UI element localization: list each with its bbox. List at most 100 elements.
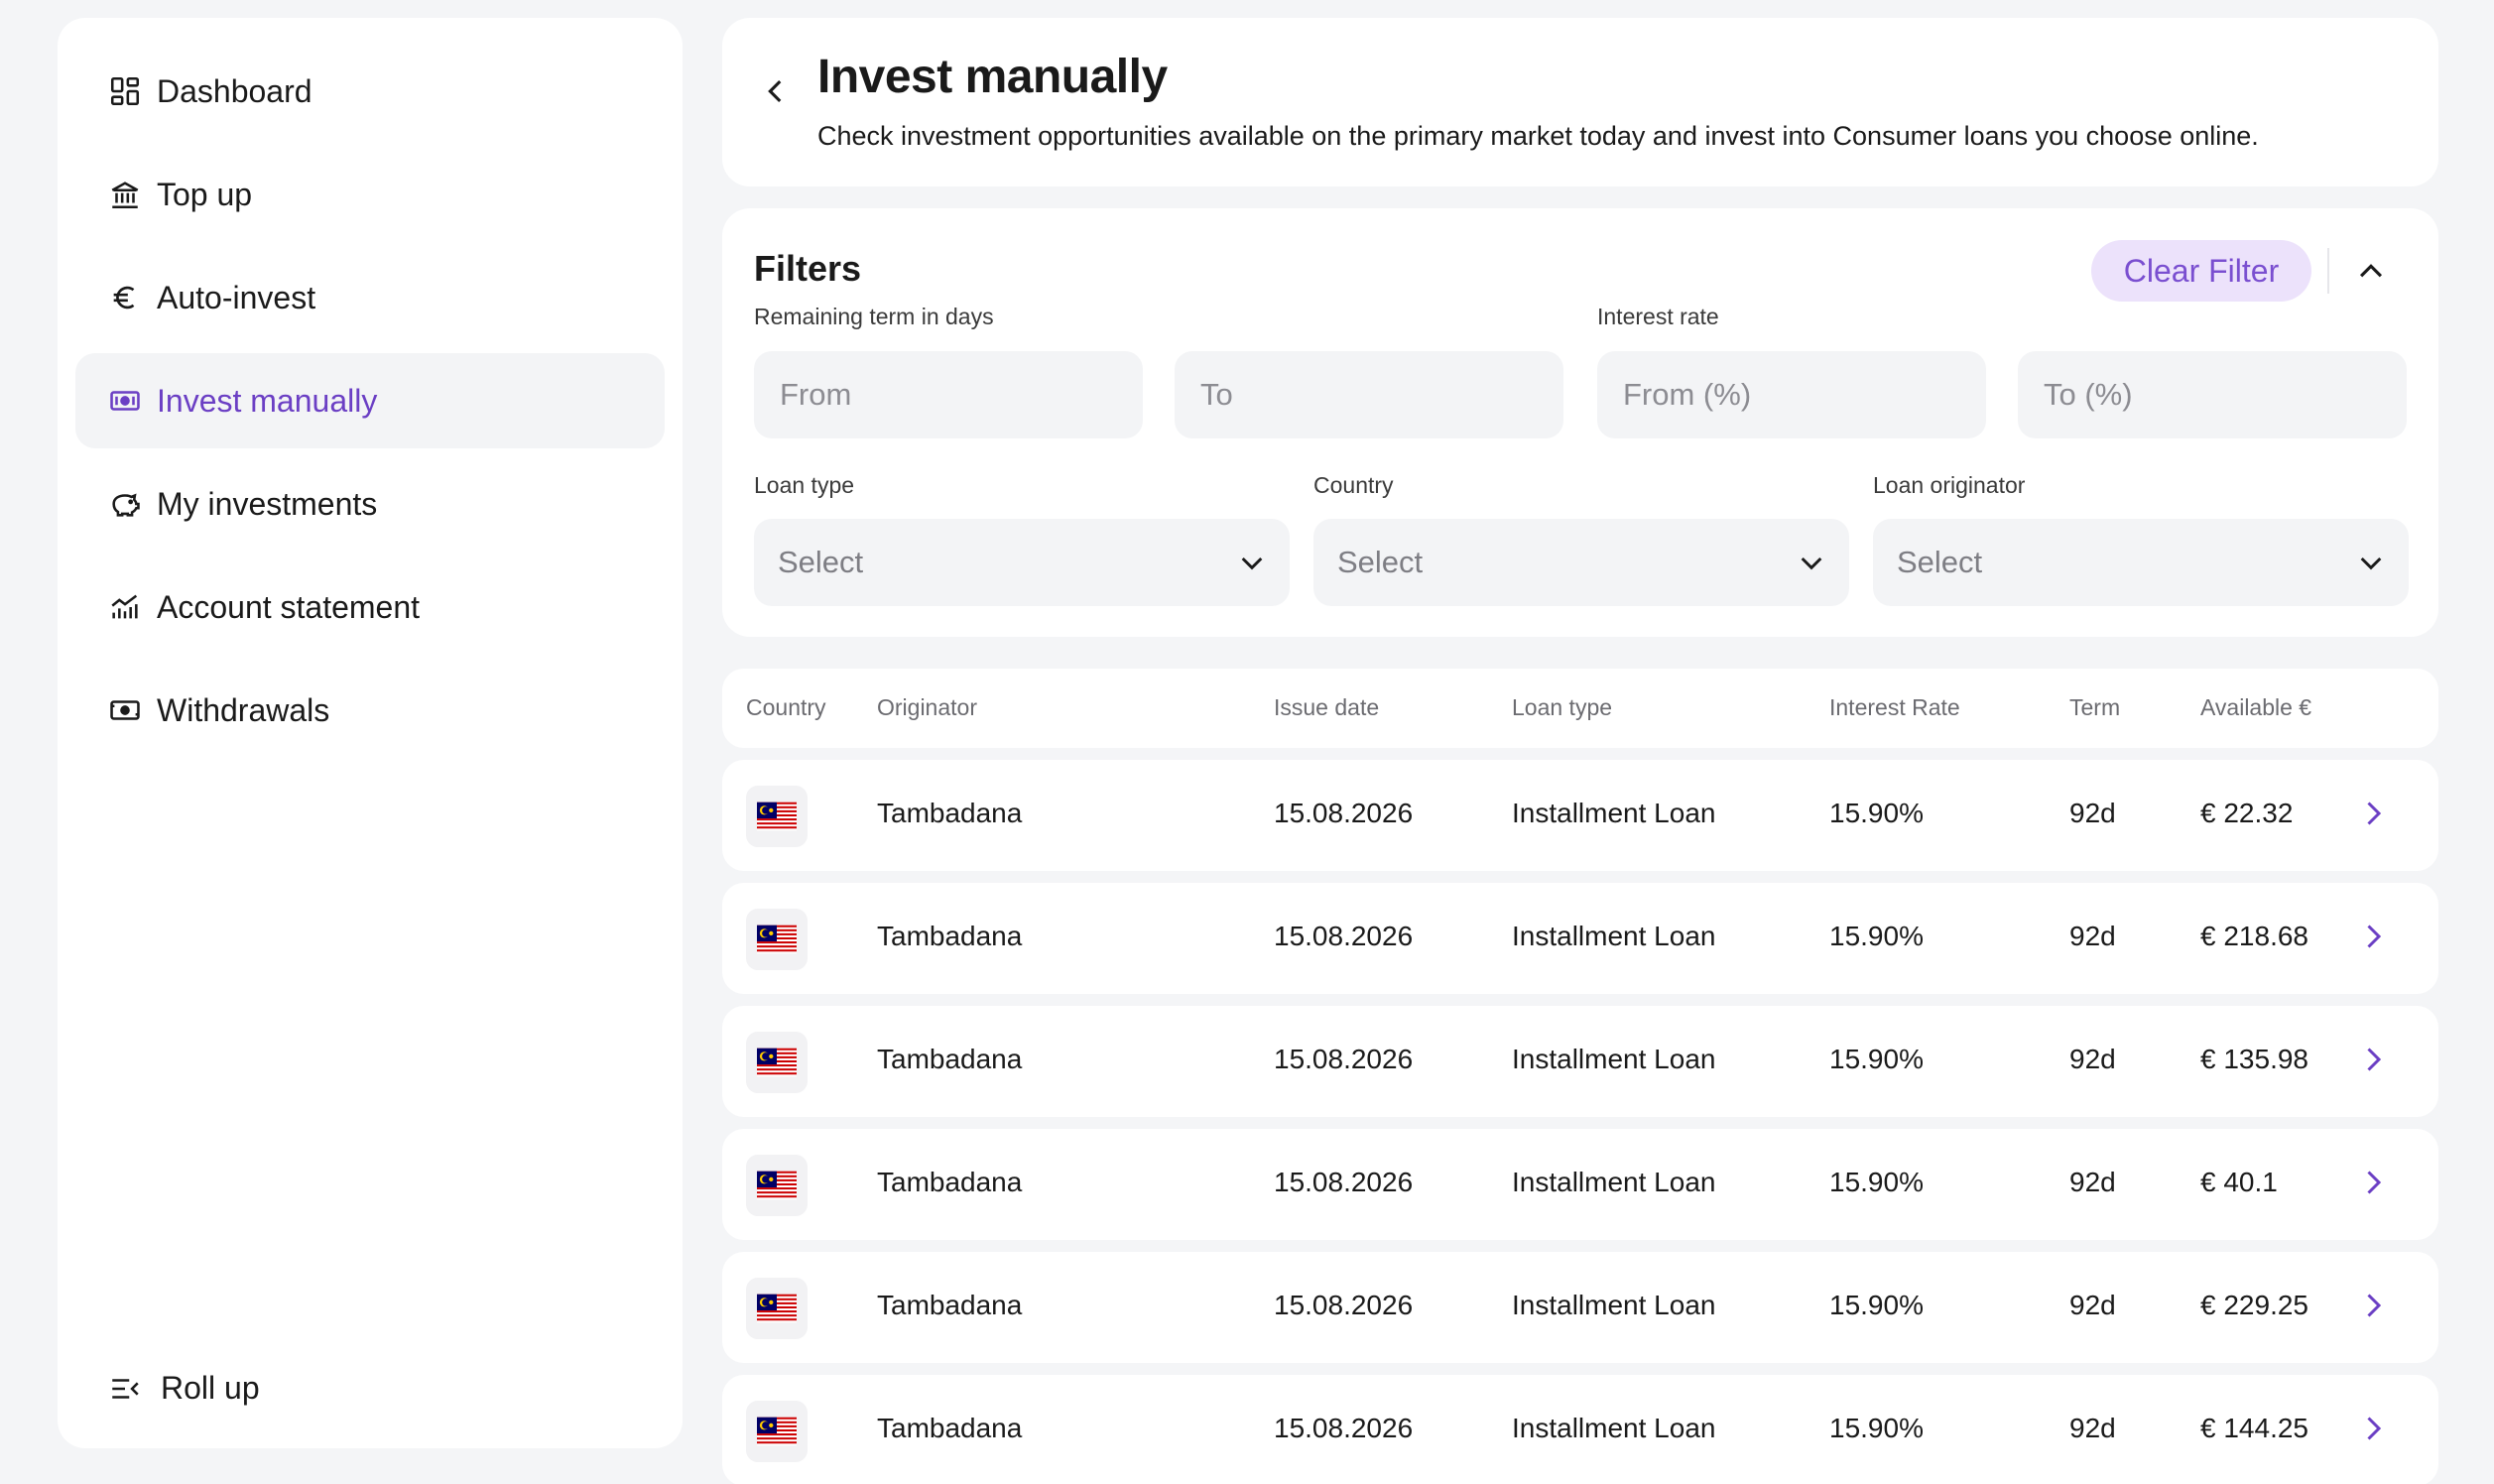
term-from-input[interactable] xyxy=(754,351,1143,438)
divider xyxy=(2327,248,2329,294)
loan-type-select[interactable]: Select xyxy=(754,519,1290,606)
column-header-issue-date[interactable]: Issue date xyxy=(1274,694,1379,721)
country-label: Country xyxy=(1313,472,1394,498)
sidebar-item-auto-invest[interactable]: Auto-invest xyxy=(75,250,665,345)
cash-icon xyxy=(107,383,143,419)
column-header-country[interactable]: Country xyxy=(746,694,826,721)
sidebar: Dashboard Top up Auto-invest Invest manu… xyxy=(58,18,683,1448)
loan-type-cell: Installment Loan xyxy=(1512,1044,1716,1074)
sidebar-item-dashboard[interactable]: Dashboard xyxy=(75,44,665,139)
loan-originator-label: Loan originator xyxy=(1873,472,2026,498)
column-header-interest-rate[interactable]: Interest Rate xyxy=(1829,694,1960,721)
chevron-right-icon[interactable] xyxy=(2355,1288,2391,1323)
sidebar-item-label: Top up xyxy=(157,176,253,212)
column-header-term[interactable]: Term xyxy=(2069,694,2120,721)
chevron-up-icon xyxy=(2359,264,2383,278)
wallet-icon xyxy=(107,692,143,728)
term-cell: 92d xyxy=(2069,1290,2116,1320)
issue-date-cell: 15.08.2026 xyxy=(1274,1167,1414,1197)
table-row[interactable]: Tambadana 15.08.2026 Installment Loan 15… xyxy=(722,1006,2438,1117)
issue-date-cell: 15.08.2026 xyxy=(1274,1413,1414,1443)
loan-type-cell: Installment Loan xyxy=(1512,921,1716,951)
back-button[interactable] xyxy=(754,69,798,113)
chevron-right-icon[interactable] xyxy=(2355,1165,2391,1200)
rate-from-input[interactable] xyxy=(1597,351,1986,438)
malaysia-flag-icon xyxy=(757,802,797,831)
sidebar-item-label: Withdrawals xyxy=(157,691,330,728)
loan-type-cell: Installment Loan xyxy=(1512,798,1716,828)
sidebar-item-my-investments[interactable]: My investments xyxy=(75,456,665,552)
country-flag xyxy=(746,1155,808,1216)
country-select[interactable]: Select xyxy=(1313,519,1849,606)
chevron-right-icon[interactable] xyxy=(2355,919,2391,954)
available-cell: € 218.68 xyxy=(2200,921,2308,951)
term-to-input[interactable] xyxy=(1175,351,1563,438)
loan-originator-select[interactable]: Select xyxy=(1873,519,2409,606)
loan-originator-value: Select xyxy=(1897,545,1983,579)
column-header-available[interactable]: Available € xyxy=(2200,694,2311,721)
rate-to-input[interactable] xyxy=(2018,351,2407,438)
interest-rate-cell: 15.90% xyxy=(1829,798,1924,828)
sidebar-item-top-up[interactable]: Top up xyxy=(75,147,665,242)
sidebar-item-label: My investments xyxy=(157,485,378,522)
sidebar-item-invest-manually[interactable]: Invest manually xyxy=(75,353,665,448)
table-row[interactable]: Tambadana 15.08.2026 Installment Loan 15… xyxy=(722,760,2438,871)
issue-date-cell: 15.08.2026 xyxy=(1274,1290,1414,1320)
table-row[interactable]: Tambadana 15.08.2026 Installment Loan 15… xyxy=(722,1375,2438,1484)
malaysia-flag-icon xyxy=(757,925,797,954)
column-header-originator[interactable]: Originator xyxy=(877,694,977,721)
country-flag xyxy=(746,786,808,847)
sidebar-item-label: Auto-invest xyxy=(157,279,316,315)
euro-icon xyxy=(107,280,143,315)
chevron-left-icon xyxy=(768,79,782,103)
chevron-down-icon xyxy=(1801,556,1822,570)
table-row[interactable]: Tambadana 15.08.2026 Installment Loan 15… xyxy=(722,1129,2438,1240)
interest-rate-cell: 15.90% xyxy=(1829,1167,1924,1197)
sidebar-item-withdrawals[interactable]: Withdrawals xyxy=(75,663,665,758)
term-cell: 92d xyxy=(2069,921,2116,951)
country-flag xyxy=(746,1032,808,1093)
interest-rate-cell: 15.90% xyxy=(1829,1413,1924,1443)
available-cell: € 22.32 xyxy=(2200,798,2294,828)
interest-rate-cell: 15.90% xyxy=(1829,1044,1924,1074)
term-cell: 92d xyxy=(2069,1167,2116,1197)
malaysia-flag-icon xyxy=(757,1417,797,1446)
country-flag xyxy=(746,1278,808,1339)
interest-rate-label: Interest rate xyxy=(1597,304,1719,329)
issue-date-cell: 15.08.2026 xyxy=(1274,1044,1414,1074)
chevron-right-icon[interactable] xyxy=(2355,1411,2391,1446)
column-header-loan-type[interactable]: Loan type xyxy=(1512,694,1612,721)
malaysia-flag-icon xyxy=(757,1171,797,1200)
malaysia-flag-icon xyxy=(757,1294,797,1323)
page-header: Invest manually Check investment opportu… xyxy=(722,18,2438,186)
collapse-menu-icon xyxy=(107,1371,143,1407)
issue-date-cell: 15.08.2026 xyxy=(1274,921,1414,951)
sidebar-item-label: Account statement xyxy=(157,588,421,625)
table-row[interactable]: Tambadana 15.08.2026 Installment Loan 15… xyxy=(722,883,2438,994)
collapse-filters-button[interactable] xyxy=(2349,250,2393,294)
loan-type-cell: Installment Loan xyxy=(1512,1413,1716,1443)
filters-title: Filters xyxy=(754,248,862,289)
country-flag xyxy=(746,909,808,970)
issue-date-cell: 15.08.2026 xyxy=(1274,798,1414,828)
term-cell: 92d xyxy=(2069,1044,2116,1074)
chevron-down-icon xyxy=(1241,556,1263,570)
loan-type-label: Loan type xyxy=(754,472,855,498)
loan-type-cell: Installment Loan xyxy=(1512,1290,1716,1320)
country-flag xyxy=(746,1401,808,1462)
clear-filter-button[interactable]: Clear Filter xyxy=(2091,240,2311,302)
table-row[interactable]: Tambadana 15.08.2026 Installment Loan 15… xyxy=(722,1252,2438,1363)
piggy-bank-icon xyxy=(107,486,143,522)
bank-icon xyxy=(107,177,143,212)
term-cell: 92d xyxy=(2069,798,2116,828)
sidebar-nav: Dashboard Top up Auto-invest Invest manu… xyxy=(75,44,665,766)
sidebar-item-account-statement[interactable]: Account statement xyxy=(75,559,665,655)
originator-cell: Tambadana xyxy=(877,798,1023,828)
chevron-right-icon[interactable] xyxy=(2355,796,2391,831)
roll-up-button[interactable]: Roll up xyxy=(107,1370,260,1407)
chevron-down-icon xyxy=(2360,556,2382,570)
chevron-right-icon[interactable] xyxy=(2355,1042,2391,1077)
available-cell: € 135.98 xyxy=(2200,1044,2308,1074)
term-cell: 92d xyxy=(2069,1413,2116,1443)
available-cell: € 229.25 xyxy=(2200,1290,2308,1320)
